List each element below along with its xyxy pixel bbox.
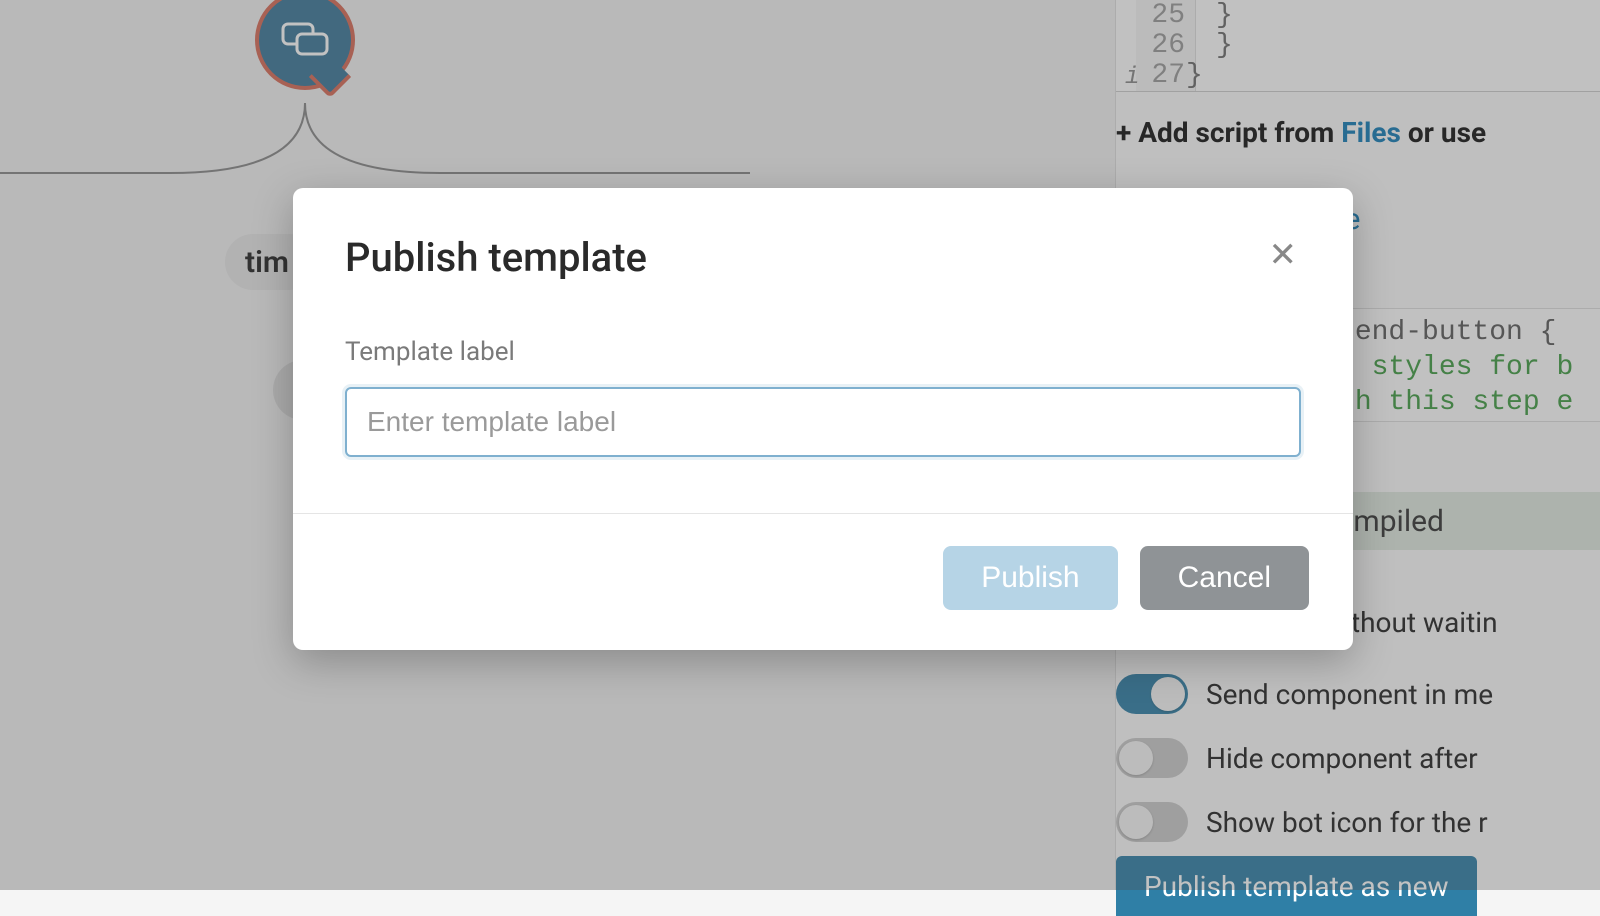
modal-title: Publish template (345, 234, 647, 281)
cancel-button[interactable]: Cancel (1140, 546, 1309, 610)
template-label-field-label: Template label (345, 337, 1301, 367)
publish-button[interactable]: Publish (943, 546, 1117, 610)
template-label-input[interactable] (345, 387, 1301, 457)
close-icon[interactable]: ✕ (1265, 234, 1302, 276)
publish-template-modal: Publish template ✕ Template label Publis… (293, 188, 1353, 650)
modal-overlay[interactable]: Publish template ✕ Template label Publis… (0, 0, 1600, 890)
